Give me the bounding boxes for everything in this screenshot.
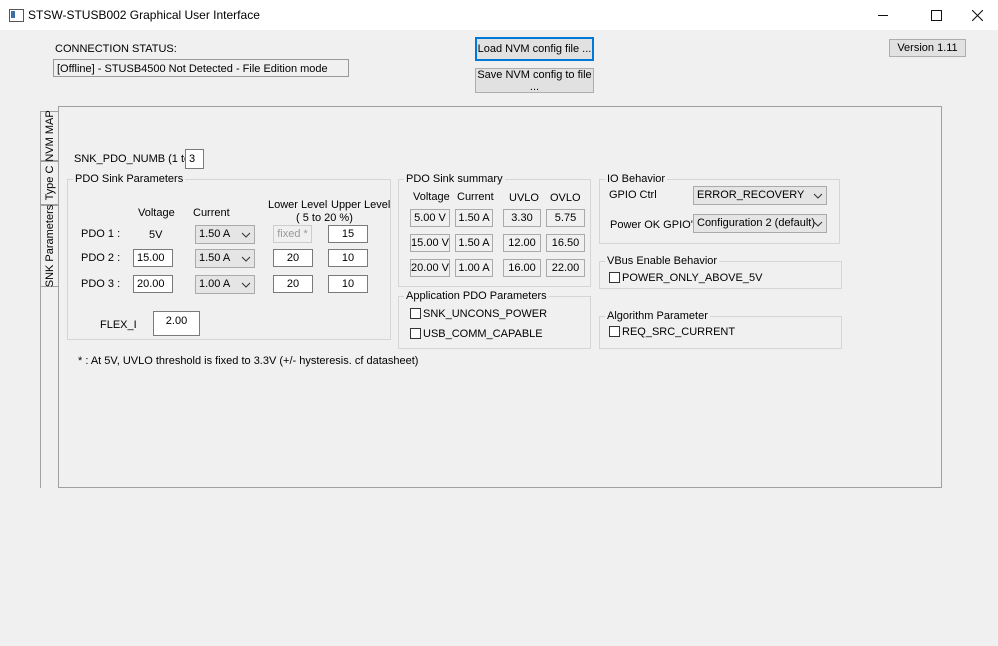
upper-level-header: Upper Level: [331, 199, 391, 211]
chevron-down-icon: [241, 250, 251, 267]
summary-uvlo-2: 12.00: [503, 234, 541, 252]
close-icon: [971, 9, 983, 21]
title-bar: STSW-STUSB002 Graphical User Interface: [0, 0, 998, 30]
group-title: IO Behavior: [605, 173, 668, 185]
summary-voltage-3: 20.00 V: [410, 259, 450, 277]
voltage-header: Voltage: [138, 207, 175, 219]
pdo1-current-select[interactable]: 1.50 A: [195, 225, 255, 244]
close-button[interactable]: [954, 0, 998, 30]
pdo1-label: PDO 1 :: [81, 228, 121, 240]
tab-snk-parameters[interactable]: SNK Parameters: [40, 205, 59, 287]
tab-label: Type C: [43, 165, 56, 201]
save-nvm-button[interactable]: Save NVM config to file ...: [475, 68, 594, 93]
power-only-above-5v-label[interactable]: POWER_ONLY_ABOVE_5V: [622, 272, 762, 284]
summary-current-header: Current: [457, 191, 494, 203]
application-pdo-group: Application PDO Parameters: [398, 290, 591, 349]
summary-uvlo-3: 16.00: [503, 259, 541, 277]
power-ok-gpio-select[interactable]: Configuration 2 (default): [693, 214, 827, 233]
summary-current-3: 1.00 A: [455, 259, 493, 277]
summary-voltage-1: 5.00 V: [410, 209, 450, 227]
pdo2-label: PDO 2 :: [81, 252, 121, 264]
pdo3-current-select[interactable]: 1.00 A: [195, 275, 255, 294]
load-nvm-button[interactable]: Load NVM config file ...: [475, 37, 594, 61]
summary-ovlo-3: 22.00: [546, 259, 585, 277]
gpio-ctrl-label: GPIO Ctrl: [609, 189, 657, 201]
summary-ovlo-header: OVLO: [550, 192, 581, 204]
select-value: Configuration 2 (default): [697, 217, 816, 229]
pdo-numb-label: SNK_PDO_NUMB (1 to 3): [74, 153, 203, 165]
pdo1-lower-level-input: fixed *: [273, 225, 312, 243]
pdo2-voltage-input[interactable]: 15.00: [133, 249, 173, 267]
snk-uncons-power-checkbox[interactable]: [410, 308, 421, 319]
group-title: PDO Sink Parameters: [73, 173, 186, 185]
group-title: VBus Enable Behavior: [605, 255, 720, 267]
pdo3-upper-level-input[interactable]: 10: [328, 275, 368, 293]
req-src-current-checkbox[interactable]: [609, 326, 620, 337]
power-only-above-5v-checkbox[interactable]: [609, 272, 620, 283]
tab-type-c[interactable]: Type C: [40, 161, 58, 205]
connection-status-field: [Offline] - STUSB4500 Not Detected - Fil…: [53, 59, 349, 77]
chevron-down-icon: [241, 226, 251, 243]
summary-uvlo-1: 3.30: [503, 209, 541, 227]
pdo-numb-input[interactable]: 3: [185, 149, 204, 169]
pdo1-upper-level-input[interactable]: 15: [328, 225, 368, 243]
snk-uncons-power-label[interactable]: SNK_UNCONS_POWER: [423, 308, 547, 320]
summary-ovlo-1: 5.75: [546, 209, 585, 227]
pdo1-voltage: 5V: [149, 229, 163, 241]
tab-label: SNK Parameters: [44, 204, 56, 288]
select-value: 1.50 A: [199, 252, 231, 264]
summary-current-2: 1.50 A: [455, 234, 493, 252]
lower-range-header: ( 5 to 20 %): [296, 212, 353, 224]
group-title: PDO Sink summary: [404, 173, 505, 185]
pdo3-label: PDO 3 :: [81, 278, 121, 290]
minimize-button[interactable]: [860, 0, 906, 30]
minimize-icon: [878, 14, 888, 16]
pdo2-lower-level-input[interactable]: 20: [273, 249, 313, 267]
select-value: 1.50 A: [199, 228, 231, 240]
pdo3-voltage-input[interactable]: 20.00: [133, 275, 173, 293]
select-value: 1.00 A: [199, 278, 231, 290]
tab-nvm-map[interactable]: NVM MAP: [40, 110, 58, 162]
window-title: STSW-STUSB002 Graphical User Interface: [28, 8, 260, 22]
version-badge[interactable]: Version 1.11: [889, 39, 966, 57]
usb-comm-capable-label[interactable]: USB_COMM_CAPABLE: [423, 328, 543, 340]
usb-comm-capable-checkbox[interactable]: [410, 328, 421, 339]
summary-current-1: 1.50 A: [455, 209, 493, 227]
pdo3-lower-level-input[interactable]: 20: [273, 275, 313, 293]
summary-ovlo-2: 16.50: [546, 234, 585, 252]
current-header: Current: [193, 207, 230, 219]
tab-strip-border: [40, 286, 41, 488]
maximize-button[interactable]: [913, 0, 959, 30]
chevron-down-icon: [813, 187, 823, 204]
flex-i-label: FLEX_I: [100, 319, 137, 331]
pdo2-current-select[interactable]: 1.50 A: [195, 249, 255, 268]
maximize-icon: [930, 9, 942, 21]
summary-uvlo-header: UVLO: [509, 192, 539, 204]
summary-voltage-header: Voltage: [413, 191, 450, 203]
gpio-ctrl-select[interactable]: ERROR_RECOVERY: [693, 186, 827, 205]
power-ok-gpio-label: Power OK GPIO's: [610, 219, 699, 231]
select-value: ERROR_RECOVERY: [697, 189, 805, 201]
connection-status-label: CONNECTION STATUS:: [55, 43, 177, 55]
uvlo-footnote: * : At 5V, UVLO threshold is fixed to 3.…: [78, 355, 419, 367]
tab-label: NVM MAP: [43, 110, 56, 162]
pdo2-upper-level-input[interactable]: 10: [328, 249, 368, 267]
chevron-down-icon: [241, 276, 251, 293]
flex-i-input[interactable]: 2.00: [153, 311, 200, 336]
req-src-current-label[interactable]: REQ_SRC_CURRENT: [622, 326, 735, 338]
summary-voltage-2: 15.00 V: [410, 234, 450, 252]
app-icon: [9, 9, 24, 22]
chevron-down-icon: [813, 215, 823, 232]
group-title: Algorithm Parameter: [605, 310, 710, 322]
group-title: Application PDO Parameters: [404, 290, 549, 302]
lower-level-header: Lower Level: [268, 199, 328, 211]
